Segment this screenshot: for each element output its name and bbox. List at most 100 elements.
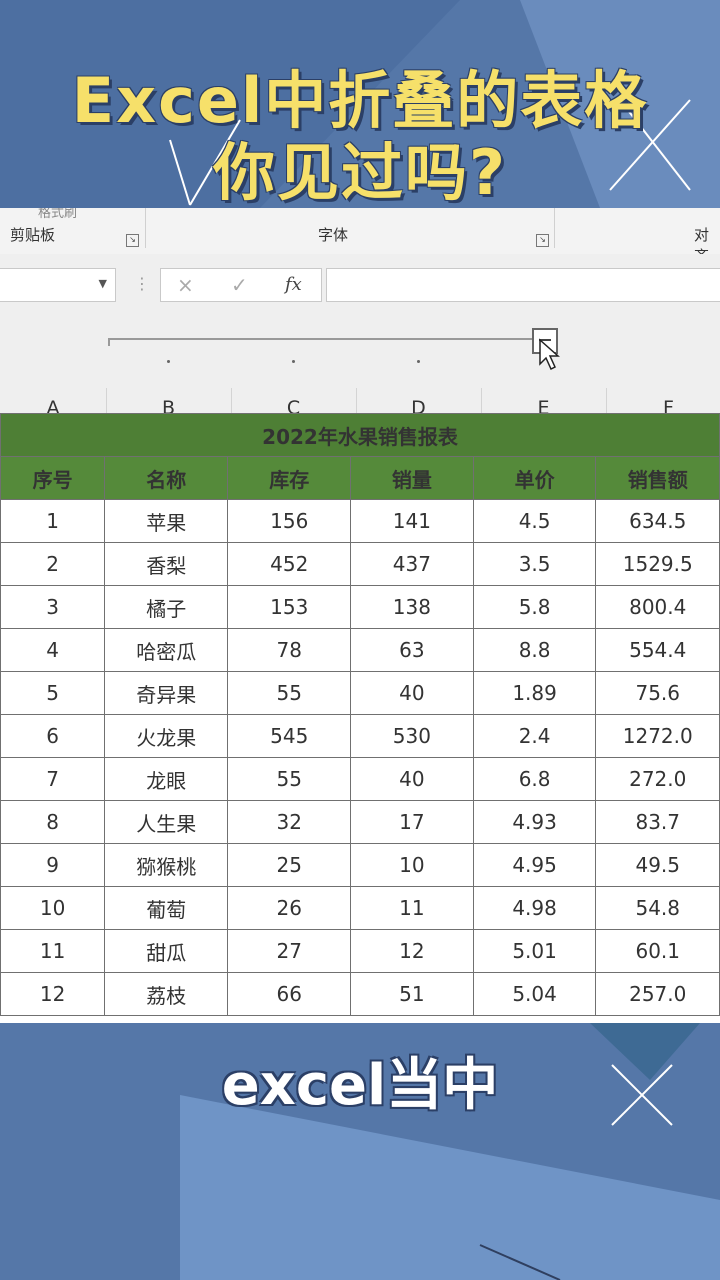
cell[interactable]: 6: [0, 714, 106, 758]
cell[interactable]: 9: [0, 843, 106, 887]
cell[interactable]: 51: [350, 972, 474, 1016]
more-options-icon[interactable]: ⋮: [134, 274, 150, 293]
cell[interactable]: 葡萄: [104, 886, 229, 930]
table-title[interactable]: 2022年水果销售报表: [0, 413, 720, 457]
cell[interactable]: 78: [227, 628, 352, 672]
cell[interactable]: 530: [350, 714, 474, 758]
outline-dot: [417, 360, 420, 363]
cell[interactable]: 2: [0, 542, 106, 586]
cell[interactable]: 40: [350, 671, 474, 715]
cell[interactable]: 哈密瓜: [104, 628, 229, 672]
cell[interactable]: 141: [350, 499, 474, 543]
cell[interactable]: 4: [0, 628, 106, 672]
table-row: 9 猕猴桃 25 10 4.95 49.5: [0, 843, 720, 887]
header-cell[interactable]: 序号: [0, 456, 106, 500]
format-painter-label[interactable]: 格式刷: [38, 208, 77, 221]
cell[interactable]: 奇异果: [104, 671, 229, 715]
cell[interactable]: 26: [227, 886, 352, 930]
clipboard-launcher-icon[interactable]: ↘: [126, 234, 139, 247]
cell[interactable]: 1: [0, 499, 106, 543]
cell[interactable]: 1529.5: [595, 542, 720, 586]
cell[interactable]: 1272.0: [595, 714, 720, 758]
ribbon-group-font: 字体: [318, 226, 349, 244]
cell[interactable]: 17: [350, 800, 474, 844]
insert-function-icon[interactable]: fx: [285, 274, 302, 295]
cell[interactable]: 25: [227, 843, 352, 887]
cell[interactable]: 554.4: [595, 628, 720, 672]
cell[interactable]: 55: [227, 671, 352, 715]
name-box[interactable]: ▼: [0, 268, 116, 302]
cell[interactable]: 6.8: [472, 757, 597, 801]
cell[interactable]: 75.6: [595, 671, 720, 715]
cell[interactable]: 27: [227, 929, 352, 973]
cell[interactable]: 272.0: [595, 757, 720, 801]
cell[interactable]: 8: [0, 800, 106, 844]
table-row: 5 奇异果 55 40 1.89 75.6: [0, 671, 720, 715]
table-row: 3 橘子 153 138 5.8 800.4: [0, 585, 720, 629]
cell[interactable]: 猕猴桃: [104, 843, 229, 887]
cell[interactable]: 香梨: [104, 542, 229, 586]
cell[interactable]: 2.4: [472, 714, 597, 758]
cell[interactable]: 11: [350, 886, 474, 930]
cell[interactable]: 63: [350, 628, 474, 672]
table-row: 12 荔枝 66 51 5.04 257.0: [0, 972, 720, 1016]
cell[interactable]: 634.5: [595, 499, 720, 543]
cell[interactable]: 66: [227, 972, 352, 1016]
cell[interactable]: 4.5: [472, 499, 597, 543]
cell[interactable]: 4.98: [472, 886, 597, 930]
cell[interactable]: 火龙果: [104, 714, 229, 758]
cell[interactable]: 10: [0, 886, 106, 930]
cell[interactable]: 40: [350, 757, 474, 801]
cell[interactable]: 人生果: [104, 800, 229, 844]
cell[interactable]: 138: [350, 585, 474, 629]
cell[interactable]: 3: [0, 585, 106, 629]
cell[interactable]: 12: [0, 972, 106, 1016]
table-header-row: 序号 名称 库存 销量 单价 销售额: [0, 456, 720, 500]
header-cell[interactable]: 名称: [104, 456, 229, 500]
cell[interactable]: 荔枝: [104, 972, 229, 1016]
ribbon-divider: [145, 208, 146, 248]
cell[interactable]: 60.1: [595, 929, 720, 973]
cell[interactable]: 5.04: [472, 972, 597, 1016]
cell[interactable]: 83.7: [595, 800, 720, 844]
cell[interactable]: 4.93: [472, 800, 597, 844]
font-launcher-icon[interactable]: ↘: [536, 234, 549, 247]
outline-group-tick: [108, 338, 110, 346]
table-row: 2 香梨 452 437 3.5 1529.5: [0, 542, 720, 586]
cell[interactable]: 800.4: [595, 585, 720, 629]
cell[interactable]: 437: [350, 542, 474, 586]
cell[interactable]: 49.5: [595, 843, 720, 887]
cell[interactable]: 32: [227, 800, 352, 844]
cell[interactable]: 5.01: [472, 929, 597, 973]
header-cell[interactable]: 销量: [350, 456, 474, 500]
enter-check-icon[interactable]: ✓: [231, 273, 248, 297]
cell[interactable]: 5.8: [472, 585, 597, 629]
cell[interactable]: 153: [227, 585, 352, 629]
cell[interactable]: 5: [0, 671, 106, 715]
cell[interactable]: 橘子: [104, 585, 229, 629]
cell[interactable]: 苹果: [104, 499, 229, 543]
cancel-icon[interactable]: ×: [177, 273, 194, 297]
cell[interactable]: 55: [227, 757, 352, 801]
header-cell[interactable]: 库存: [227, 456, 352, 500]
cell[interactable]: 3.5: [472, 542, 597, 586]
cell[interactable]: 452: [227, 542, 352, 586]
cell[interactable]: 54.8: [595, 886, 720, 930]
cell[interactable]: 11: [0, 929, 106, 973]
formula-input[interactable]: [326, 268, 720, 302]
cell[interactable]: 12: [350, 929, 474, 973]
chevron-down-icon[interactable]: ▼: [99, 277, 107, 290]
cell[interactable]: 8.8: [472, 628, 597, 672]
cell[interactable]: 257.0: [595, 972, 720, 1016]
header-cell[interactable]: 单价: [472, 456, 597, 500]
cell[interactable]: 545: [227, 714, 352, 758]
cell[interactable]: 4.95: [472, 843, 597, 887]
cell[interactable]: 甜瓜: [104, 929, 229, 973]
cell[interactable]: 10: [350, 843, 474, 887]
cell[interactable]: 7: [0, 757, 106, 801]
cell[interactable]: 156: [227, 499, 352, 543]
header-cell[interactable]: 销售额: [595, 456, 720, 500]
table-row: 11 甜瓜 27 12 5.01 60.1: [0, 929, 720, 973]
cell[interactable]: 1.89: [472, 671, 597, 715]
cell[interactable]: 龙眼: [104, 757, 229, 801]
